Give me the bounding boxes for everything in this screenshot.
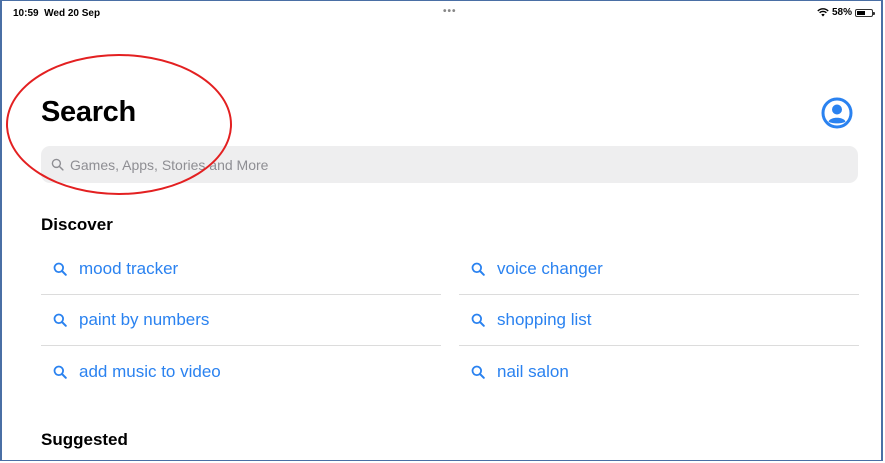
status-indicators: 58% <box>817 7 875 18</box>
search-icon <box>53 262 67 276</box>
search-icon <box>53 365 67 379</box>
search-input[interactable] <box>70 156 830 173</box>
search-icon <box>471 262 485 276</box>
discover-item-label: mood tracker <box>79 259 179 278</box>
status-bar: 10:59 Wed 20 Sep ••• 58% <box>0 0 885 22</box>
search-icon <box>51 158 64 171</box>
status-date: Wed 20 Sep <box>44 8 101 19</box>
discover-item-label: voice changer <box>497 259 603 278</box>
discover-heading: Discover <box>41 215 113 234</box>
search-icon <box>53 313 67 327</box>
discover-item-mood-tracker[interactable]: mood tracker <box>41 244 441 295</box>
search-icon <box>471 313 485 327</box>
discover-item-label: nail salon <box>497 361 569 381</box>
battery-percentage: 58% <box>831 7 852 18</box>
status-time-date: 10:59 Wed 20 Sep <box>13 8 100 19</box>
discover-item-add-music-to-video[interactable]: add music to video <box>41 346 441 397</box>
battery-icon <box>855 8 875 17</box>
account-icon[interactable] <box>821 97 853 129</box>
multitasking-dots[interactable]: ••• <box>443 6 457 17</box>
discover-item-voice-changer[interactable]: voice changer <box>459 244 859 295</box>
page-title: Search <box>41 96 136 128</box>
suggested-heading: Suggested <box>41 430 128 449</box>
battery-tip <box>873 11 875 15</box>
discover-item-paint-by-numbers[interactable]: paint by numbers <box>41 295 441 346</box>
search-field[interactable] <box>41 146 858 183</box>
discover-item-label: shopping list <box>497 310 592 329</box>
discover-list: mood tracker voice changer paint by numb… <box>41 244 859 397</box>
discover-item-shopping-list[interactable]: shopping list <box>459 295 859 346</box>
discover-item-label: add music to video <box>79 361 221 381</box>
status-time: 10:59 <box>13 8 39 19</box>
search-icon <box>471 365 485 379</box>
battery-level <box>857 10 866 15</box>
discover-item-label: paint by numbers <box>79 310 210 329</box>
discover-item-nail-salon[interactable]: nail salon <box>459 346 859 397</box>
wifi-icon <box>817 8 829 17</box>
